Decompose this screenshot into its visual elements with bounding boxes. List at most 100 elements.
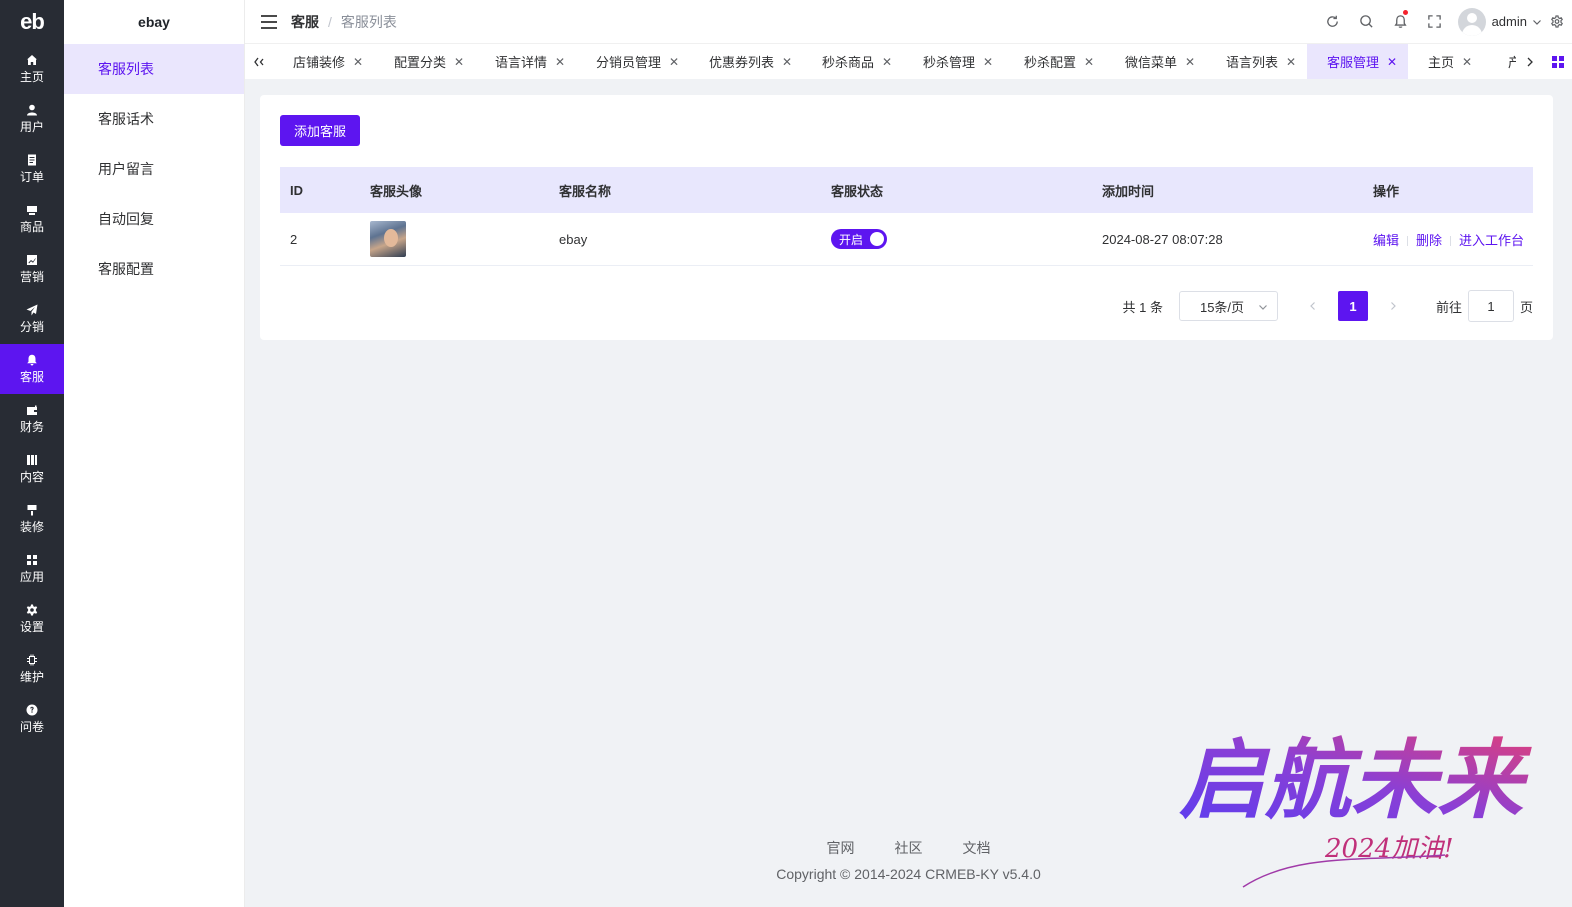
notification-dot (1402, 9, 1408, 15)
tab-item[interactable]: 产 (1488, 44, 1516, 79)
main-nav-list: 主页 用户 订单 商品 营销 分销 客服 财务 内容 装修 应用 设置 维护 问… (0, 44, 64, 744)
bell-icon (26, 354, 38, 366)
divider (1450, 236, 1452, 247)
status-toggle[interactable]: 开启 (831, 229, 887, 249)
tab-item[interactable]: 秒杀配置 ✕ (1004, 44, 1105, 79)
close-icon[interactable]: ✕ (1387, 55, 1397, 69)
close-icon[interactable]: ✕ (454, 55, 464, 69)
notification-bell-icon[interactable] (1384, 0, 1418, 44)
nav-item-service[interactable]: 客服 (0, 344, 64, 394)
theme-settings-icon[interactable] (1542, 0, 1572, 44)
close-icon[interactable]: ✕ (1084, 55, 1094, 69)
slogan-artwork: 启航未来 2024加油! (1179, 730, 1532, 888)
nav-item-decoration[interactable]: 装修 (0, 494, 64, 544)
nav-item-apps[interactable]: 应用 (0, 544, 64, 594)
footer-link-official[interactable]: 官网 (827, 838, 855, 858)
close-icon[interactable]: ✕ (1286, 55, 1296, 69)
close-icon[interactable]: ✕ (1462, 55, 1472, 69)
sub-item-auto-reply[interactable]: 自动回复 (64, 194, 244, 244)
close-icon[interactable]: ✕ (669, 55, 679, 69)
tab-label: 主页 (1428, 55, 1455, 70)
tabs-list: 店铺装修 ✕ 配置分类 ✕ 语言详情 ✕ 分销员管理 ✕ 优惠券列表 ✕ 秒杀商品 ✕ 秒杀… (273, 44, 1516, 79)
nav-item-finance[interactable]: 财务 (0, 394, 64, 444)
goto-label: 前往 (1435, 299, 1462, 315)
tab-item-active[interactable]: 客服管理 ✕ (1307, 44, 1408, 79)
sub-item-service-list[interactable]: 客服列表 (64, 44, 244, 94)
page-size-value: 15条/页 (1199, 299, 1245, 315)
nav-item-survey[interactable]: 问卷 (0, 694, 64, 744)
goto-page-input[interactable] (1467, 290, 1514, 322)
app-logo[interactable]: eb (0, 0, 64, 44)
close-icon[interactable]: ✕ (983, 55, 993, 69)
tab-item[interactable]: 主页 ✕ (1408, 44, 1488, 79)
header-actions: admin (1316, 0, 1572, 44)
menu-collapse-icon[interactable] (261, 14, 277, 29)
close-icon[interactable]: ✕ (1185, 55, 1195, 69)
enter-workbench-link[interactable]: 进入工作台 (1459, 233, 1524, 248)
nav-item-maintenance[interactable]: 维护 (0, 644, 64, 694)
slogan-main: 启航未来 (1179, 730, 1532, 831)
goods-icon (26, 204, 38, 216)
footer-link-docs[interactable]: 文档 (963, 838, 991, 858)
sub-item-service-scripts[interactable]: 客服话术 (64, 94, 244, 144)
add-service-button[interactable]: 添加客服 (280, 115, 360, 146)
close-icon[interactable]: ✕ (555, 55, 565, 69)
tab-label: 语言列表 (1226, 55, 1279, 70)
apps-icon (26, 554, 38, 566)
fullscreen-icon[interactable] (1418, 0, 1452, 44)
nav-item-settings[interactable]: 设置 (0, 594, 64, 644)
wallet-icon (26, 404, 38, 416)
avatar (1457, 7, 1486, 36)
close-icon[interactable]: ✕ (882, 55, 892, 69)
sub-item-service-config[interactable]: 客服配置 (64, 244, 244, 294)
refresh-icon[interactable] (1316, 0, 1350, 44)
service-table: ID 客服头像 客服名称 客服状态 添加时间 操作 2 ebay 开启 2024… (280, 167, 1533, 266)
top-header: 客服 / 客服列表 admin (245, 0, 1572, 44)
search-icon[interactable] (1350, 0, 1384, 44)
nav-item-content[interactable]: 内容 (0, 444, 64, 494)
page-number-current[interactable]: 1 (1337, 291, 1368, 321)
nav-item-goods[interactable]: 商品 (0, 194, 64, 244)
prev-page-icon[interactable] (1298, 291, 1328, 321)
user-menu[interactable]: admin (1457, 7, 1542, 36)
tab-label: 微信菜单 (1125, 55, 1178, 70)
next-page-icon[interactable] (1378, 291, 1408, 321)
tab-item[interactable]: 分销员管理 ✕ (576, 44, 689, 79)
page-size-select[interactable]: 15条/页 (1178, 291, 1278, 321)
edit-link[interactable]: 编辑 (1373, 233, 1399, 248)
toggle-knob (870, 232, 884, 246)
service-avatar-image[interactable] (370, 221, 406, 257)
table-header: ID 客服头像 客服名称 客服状态 添加时间 操作 (280, 167, 1533, 213)
cell-name: ebay (559, 231, 588, 247)
tabs-scroll-right-icon[interactable] (1516, 44, 1544, 79)
tabs-menu-grid-icon[interactable] (1544, 44, 1572, 79)
column-header: 添加时间 (1102, 183, 1155, 199)
breadcrumb-item[interactable]: 客服 (291, 12, 319, 32)
tab-item[interactable]: 秒杀商品 ✕ (802, 44, 903, 79)
send-icon (26, 304, 38, 316)
nav-label: 应用 (19, 570, 44, 584)
nav-item-distribution[interactable]: 分销 (0, 294, 64, 344)
nav-item-user[interactable]: 用户 (0, 94, 64, 144)
tabs-scroll-left-icon[interactable] (245, 44, 273, 79)
tab-item[interactable]: 配置分类 ✕ (374, 44, 475, 79)
nav-label: 内容 (19, 470, 44, 484)
column-header: 操作 (1373, 183, 1400, 199)
tab-item[interactable]: 语言详情 ✕ (475, 44, 576, 79)
tab-item[interactable]: 秒杀管理 ✕ (903, 44, 1004, 79)
nav-label: 装修 (19, 520, 44, 534)
tab-item[interactable]: 微信菜单 ✕ (1105, 44, 1206, 79)
tab-item[interactable]: 优惠券列表 ✕ (689, 44, 802, 79)
gear-icon (26, 604, 38, 616)
user-icon (26, 104, 38, 116)
nav-item-order[interactable]: 订单 (0, 144, 64, 194)
tab-item[interactable]: 店铺装修 ✕ (273, 44, 374, 79)
footer-link-community[interactable]: 社区 (895, 838, 923, 858)
close-icon[interactable]: ✕ (353, 55, 363, 69)
nav-item-home[interactable]: 主页 (0, 44, 64, 94)
nav-item-marketing[interactable]: 营销 (0, 244, 64, 294)
sub-item-user-messages[interactable]: 用户留言 (64, 144, 244, 194)
close-icon[interactable]: ✕ (782, 55, 792, 69)
delete-link[interactable]: 删除 (1416, 233, 1442, 248)
tab-item[interactable]: 语言列表 ✕ (1206, 44, 1307, 79)
